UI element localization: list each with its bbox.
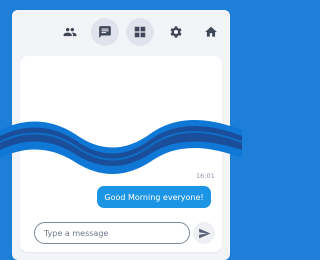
message-input-wrapper	[34, 222, 190, 244]
top-toolbar	[12, 10, 230, 54]
people-icon	[63, 27, 77, 37]
message-input[interactable]	[44, 228, 189, 238]
chat-icon	[99, 26, 111, 38]
home-button[interactable]	[197, 18, 225, 46]
gear-icon	[170, 26, 182, 38]
send-button[interactable]	[193, 222, 215, 244]
message-timestamp: 16:01	[196, 172, 215, 180]
wave-divider	[0, 119, 242, 174]
message-bubble: Good Morning everyone!	[97, 186, 211, 208]
grid-button[interactable]	[126, 18, 154, 46]
home-icon	[205, 26, 217, 37]
grid-icon	[134, 26, 146, 38]
people-button[interactable]	[56, 18, 84, 46]
send-icon	[198, 228, 210, 238]
chat-button[interactable]	[91, 18, 119, 46]
settings-button[interactable]	[162, 18, 190, 46]
